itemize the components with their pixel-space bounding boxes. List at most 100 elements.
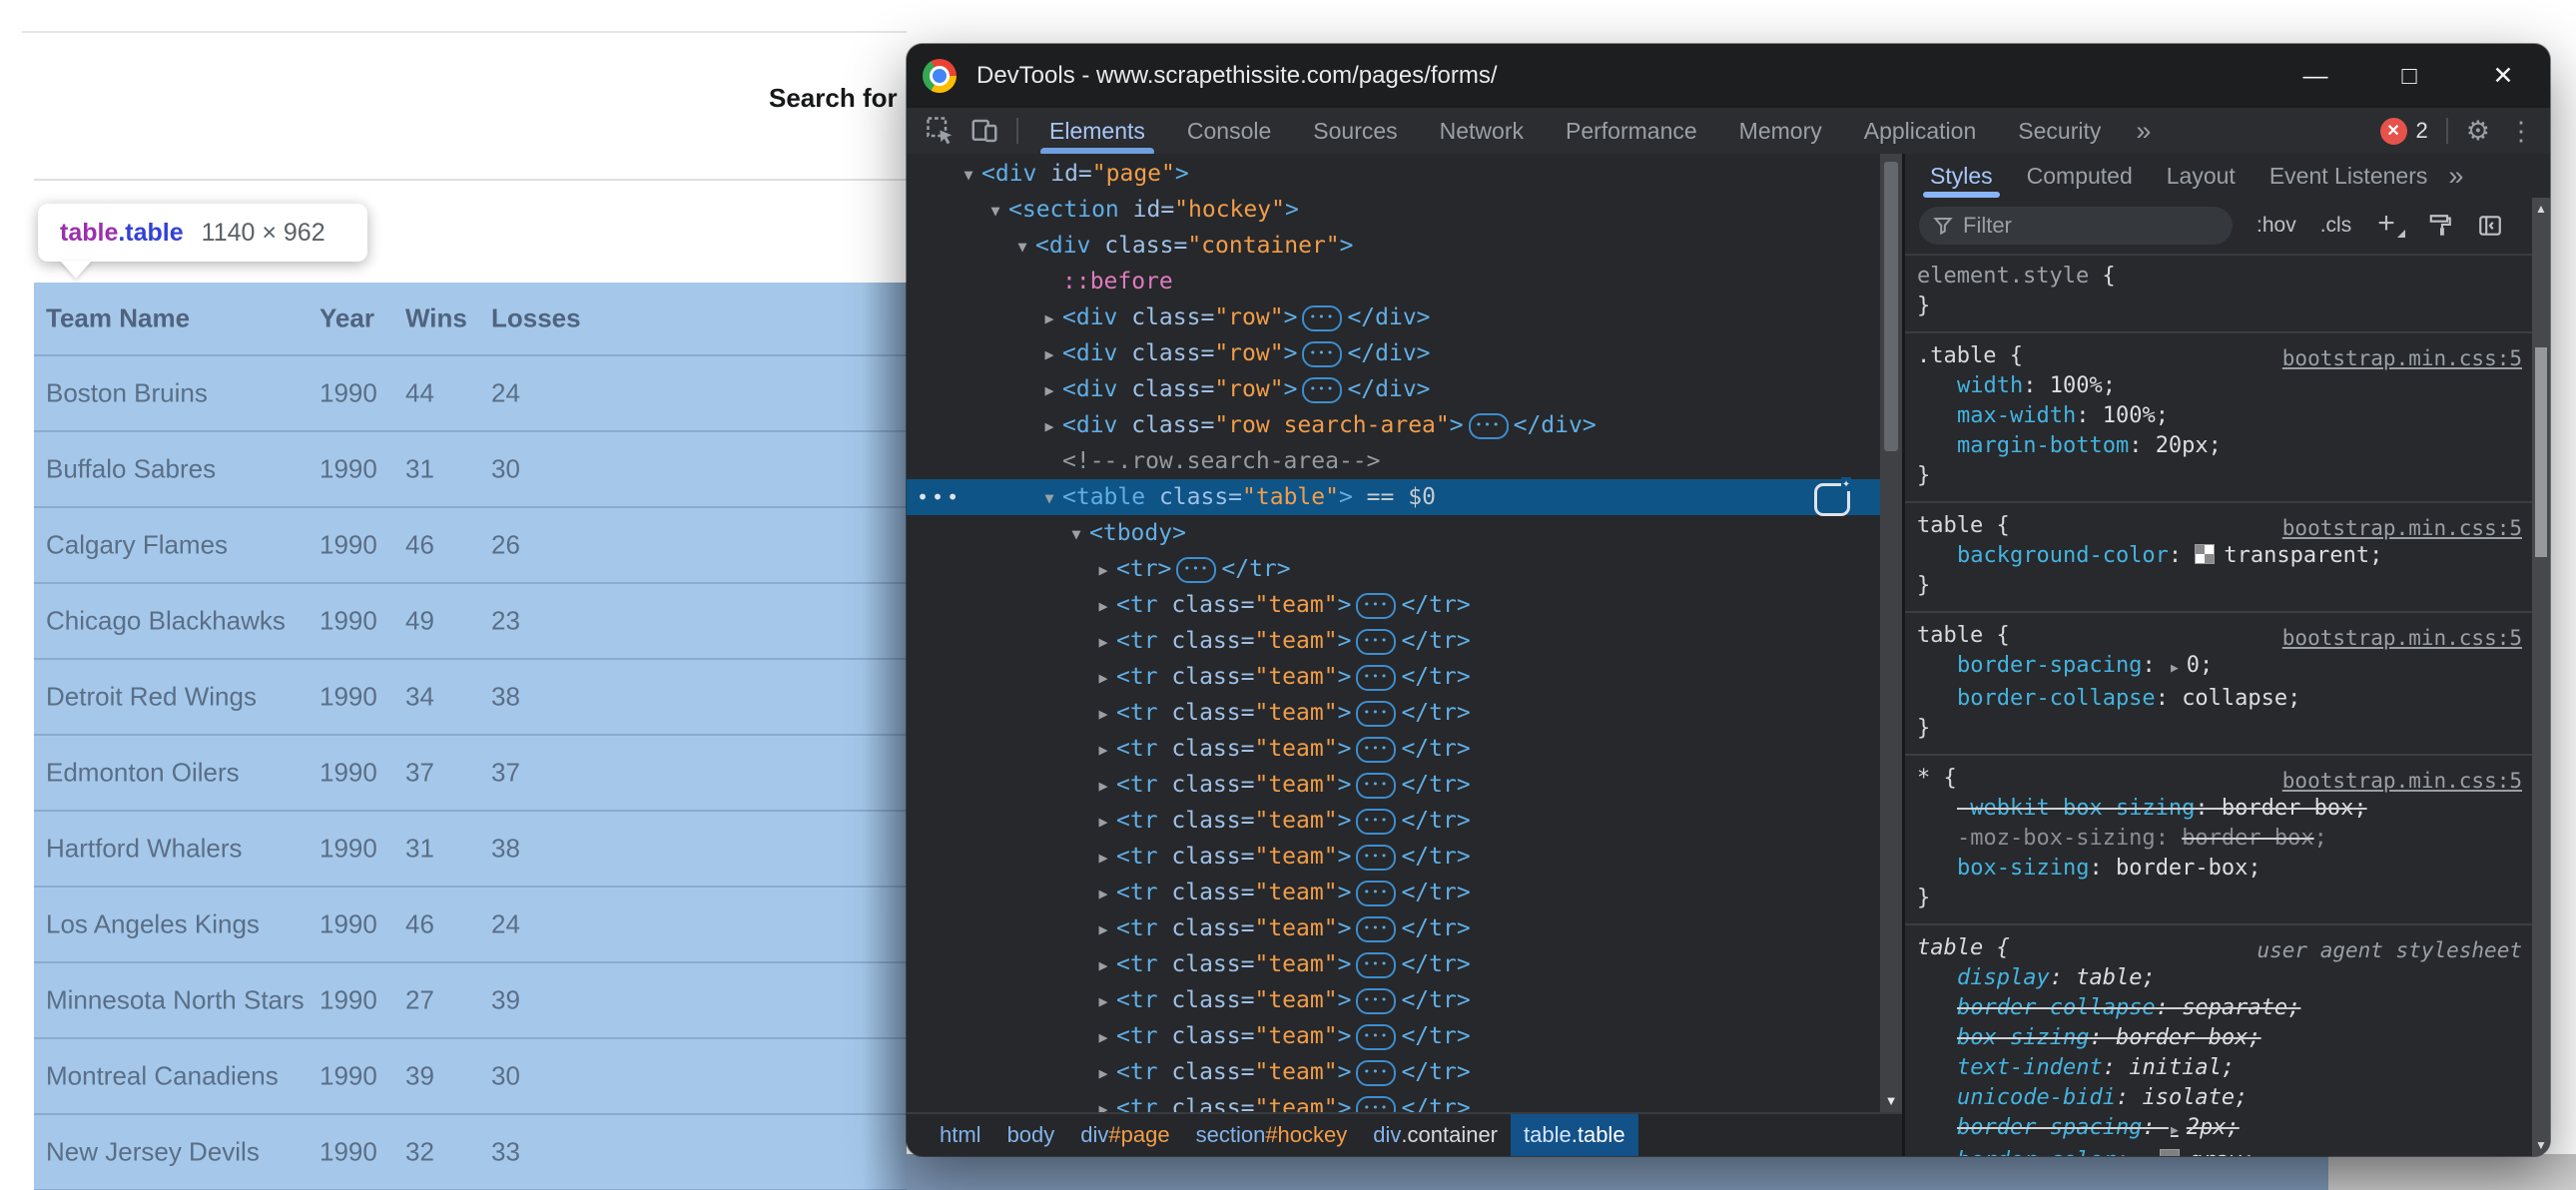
expand-arrow-icon[interactable]: ▶ [1090, 732, 1116, 768]
tree-node[interactable]: <!--.row.search-area--> [907, 443, 1880, 479]
more-panels-button[interactable]: » [2122, 116, 2165, 147]
expand-arrow-icon[interactable]: ▶ [1090, 1019, 1116, 1055]
expand-arrow-icon[interactable]: ▶ [1036, 336, 1062, 372]
scroll-into-view-badge-icon[interactable] [1814, 483, 1850, 516]
stylesheet-link[interactable]: bootstrap.min.css:5 [2282, 343, 2522, 373]
tab-elements[interactable]: Elements [1028, 108, 1166, 154]
minimize-button[interactable]: — [2294, 44, 2336, 108]
css-property[interactable]: border-spacing: ▶2px; [1917, 1113, 2520, 1146]
tree-node[interactable]: ▼<tbody> [907, 515, 1880, 551]
scrollbar-down-arrow-icon[interactable]: ▼ [1880, 1093, 1902, 1108]
scrollbar-down-arrow-icon[interactable]: ▼ [2532, 1138, 2550, 1152]
console-errors-badge[interactable]: ✕ 2 [2380, 118, 2428, 145]
rule-selector[interactable]: table [1917, 935, 1983, 960]
pseudo-state-button[interactable]: :hov [2256, 214, 2296, 238]
css-property[interactable]: border-spacing: ▶0; [1917, 651, 2520, 684]
tab-sources[interactable]: Sources [1292, 108, 1418, 154]
expand-arrow-icon[interactable]: ▶ [1090, 552, 1116, 588]
color-swatch-gray[interactable] [2160, 1149, 2180, 1156]
tree-node[interactable]: ▶<div class="row">•••</div> [907, 299, 1880, 335]
tree-node[interactable]: ▶<div class="row search-area">•••</div> [907, 407, 1880, 443]
expand-arrow-icon[interactable]: ▶ [1090, 876, 1116, 911]
class-toggle-button[interactable]: .cls [2320, 214, 2352, 238]
expand-arrow-icon[interactable]: ▶ [1090, 947, 1116, 983]
filter-input[interactable]: Filter [1919, 207, 2233, 245]
breadcrumb-item-table-table[interactable]: table.table [1511, 1114, 1638, 1156]
maximize-button[interactable]: □ [2388, 44, 2430, 108]
css-property[interactable]: margin-bottom: 20px; [1917, 431, 2520, 461]
rendering-brush-icon[interactable] [2427, 213, 2453, 239]
tree-node[interactable]: ▶<tr class="team">•••</tr> [907, 695, 1880, 731]
expand-arrow-icon[interactable]: ▶ [1090, 588, 1116, 624]
tree-node[interactable]: ▶<tr class="team">•••</tr> [907, 1090, 1880, 1114]
inline-expand-icon[interactable]: ••• [1356, 629, 1396, 655]
expand-arrow-icon[interactable]: ▶ [1090, 768, 1116, 804]
styles-scrollbar[interactable]: ▲ ▼ [2532, 198, 2550, 1156]
tree-node[interactable]: ▶<tr class="team">•••</tr> [907, 875, 1880, 910]
expand-arrow-icon[interactable]: ▶ [1090, 840, 1116, 876]
expand-arrow-icon[interactable]: ▶ [1036, 408, 1062, 444]
expand-value-arrow-icon[interactable]: ▶ [2171, 1123, 2179, 1138]
tree-node[interactable]: ▶<tr>•••</tr> [907, 551, 1880, 587]
inline-expand-icon[interactable]: ••• [1356, 773, 1396, 799]
css-property[interactable]: background-color: transparent; [1917, 541, 2520, 571]
expand-arrow-icon[interactable]: ▶ [1090, 624, 1116, 660]
tab-application[interactable]: Application [1843, 108, 1998, 154]
tree-node[interactable]: ▶<tr class="team">•••</tr> [907, 587, 1880, 623]
tab-network[interactable]: Network [1419, 108, 1545, 154]
rule-selector[interactable]: table [1917, 513, 1983, 538]
settings-gear-icon[interactable]: ⚙ [2466, 116, 2490, 147]
tree-node[interactable]: ▶<div class="row">•••</div> [907, 371, 1880, 407]
tree-node[interactable]: ▼<div id="page"> [907, 156, 1880, 192]
more-styles-tabs-button[interactable]: » [2448, 161, 2463, 192]
tree-node[interactable]: ▶<tr class="team">•••</tr> [907, 659, 1880, 695]
expand-arrow-icon[interactable]: ▶ [1090, 660, 1116, 696]
expand-arrow-icon[interactable]: ▶ [1090, 1055, 1116, 1091]
expand-arrow-icon[interactable]: ▶ [1090, 1091, 1116, 1115]
inline-expand-icon[interactable]: ••• [1356, 701, 1396, 727]
inline-expand-icon[interactable]: ••• [1356, 952, 1396, 978]
tab-security[interactable]: Security [1997, 108, 2122, 154]
styles-tab-styles[interactable]: Styles [1913, 154, 2010, 198]
inline-expand-icon[interactable]: ••• [1356, 665, 1396, 691]
tree-node[interactable]: ▶<tr class="team">•••</tr> [907, 1054, 1880, 1090]
tree-node[interactable]: ▶<tr class="team">•••</tr> [907, 982, 1880, 1018]
inline-expand-icon[interactable]: ••• [1356, 809, 1396, 835]
tree-node[interactable]: ▶<tr class="team">•••</tr> [907, 839, 1880, 875]
inline-expand-icon[interactable]: ••• [1356, 916, 1396, 942]
css-property[interactable]: border-collapse: collapse; [1917, 684, 2520, 714]
css-property[interactable]: display: table; [1917, 963, 2520, 993]
css-property[interactable]: border-color: ▶gray; [1917, 1146, 2520, 1156]
expand-value-arrow-icon[interactable]: ▶ [2171, 661, 2179, 676]
css-property[interactable]: -webkit-box-sizing: border-box; [1917, 794, 2520, 824]
tree-node[interactable]: ▶<tr class="team">•••</tr> [907, 623, 1880, 659]
expand-arrow-icon[interactable]: ▶ [1090, 983, 1116, 1019]
breadcrumb-item-body[interactable]: body [994, 1114, 1068, 1156]
collapse-arrow-icon[interactable]: ▼ [1036, 480, 1062, 516]
breadcrumb-item-div-container[interactable]: div.container [1360, 1114, 1511, 1156]
collapse-arrow-icon[interactable]: ▼ [1009, 229, 1035, 265]
close-button[interactable]: ✕ [2482, 44, 2524, 108]
styles-tab-computed[interactable]: Computed [2010, 154, 2150, 198]
inline-expand-icon[interactable]: ••• [1356, 988, 1396, 1014]
inline-expand-icon[interactable]: ••• [1302, 377, 1342, 403]
new-rule-button[interactable]: + [2377, 207, 2395, 241]
tab-performance[interactable]: Performance [1545, 108, 1718, 154]
css-property[interactable]: unicode-bidi: isolate; [1917, 1083, 2520, 1113]
breadcrumb-item-div-page[interactable]: div#page [1067, 1114, 1182, 1156]
stylesheet-link[interactable]: bootstrap.min.css:5 [2282, 513, 2522, 543]
css-property[interactable]: border-collapse: separate; [1917, 993, 2520, 1023]
elements-scrollbar-thumb[interactable] [1884, 162, 1898, 451]
tree-node[interactable]: ▶<tr class="team">•••</tr> [907, 1018, 1880, 1054]
tree-node[interactable]: ▶<tr class="team">•••</tr> [907, 767, 1880, 803]
rule-selector[interactable]: element.style [1917, 264, 2089, 289]
collapse-arrow-icon[interactable]: ▼ [956, 157, 981, 193]
dock-sidebar-icon[interactable] [2477, 213, 2503, 239]
inline-expand-icon[interactable]: ••• [1302, 341, 1342, 367]
inline-expand-icon[interactable]: ••• [1356, 737, 1396, 763]
rule-selector[interactable]: .table [1917, 343, 1996, 368]
devtools-titlebar[interactable]: DevTools - www.scrapethissite.com/pages/… [907, 44, 2550, 108]
inline-expand-icon[interactable]: ••• [1356, 1060, 1396, 1086]
inline-expand-icon[interactable]: ••• [1302, 305, 1342, 331]
css-property[interactable]: text-indent: initial; [1917, 1053, 2520, 1083]
